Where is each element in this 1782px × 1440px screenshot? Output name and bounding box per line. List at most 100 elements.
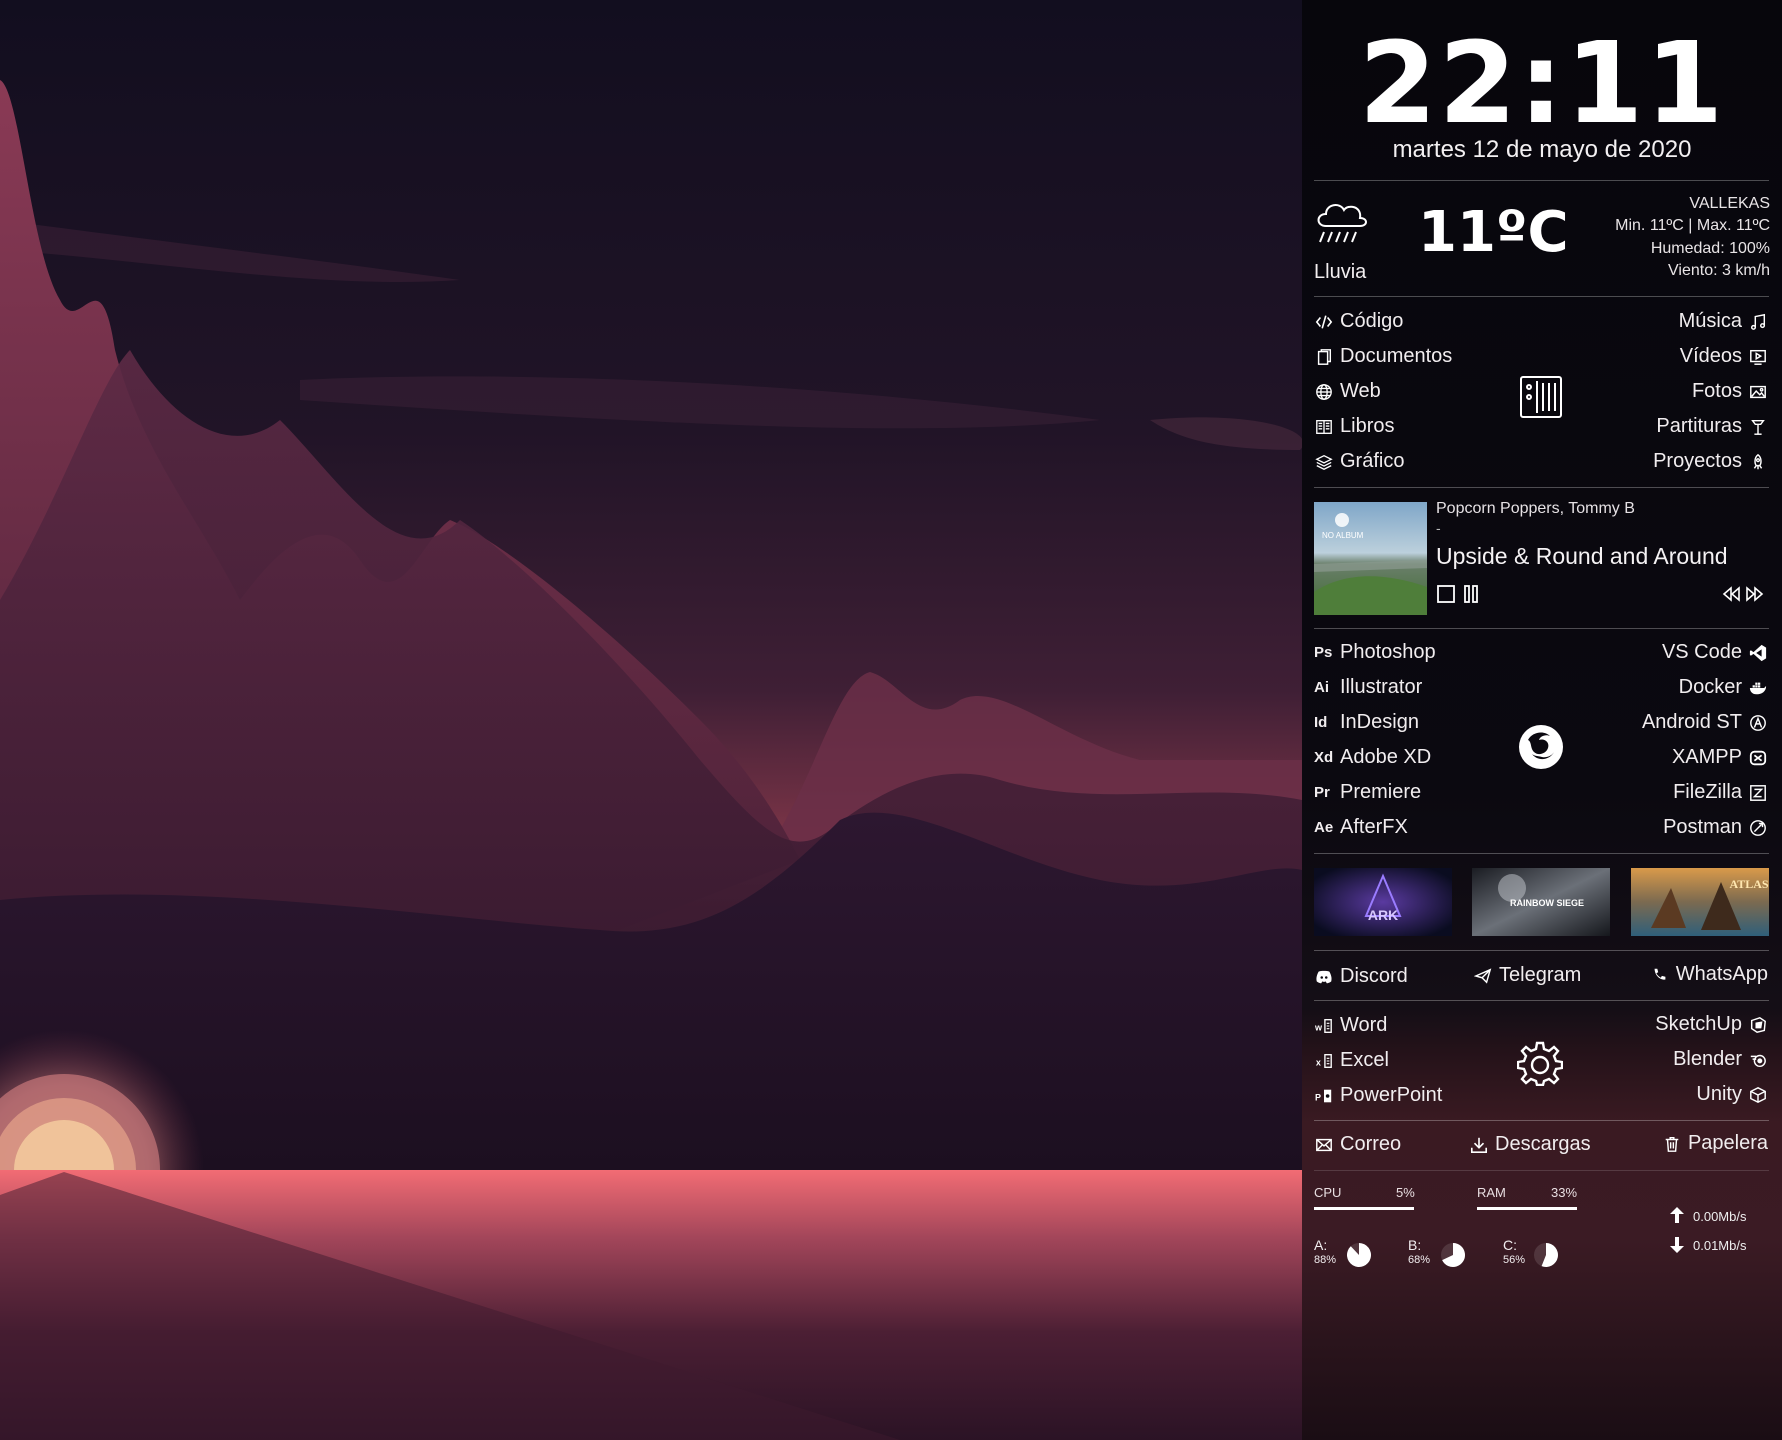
- shortcut-label: Correo: [1340, 1133, 1402, 1155]
- app-postman[interactable]: Postman: [1663, 816, 1768, 839]
- svg-text:w: w: [1315, 1022, 1323, 1032]
- shortcut-label: Música: [1678, 310, 1742, 332]
- download-arrow-icon: [1668, 1236, 1686, 1259]
- app-xampp[interactable]: XAMPP: [1672, 746, 1768, 769]
- app-telegram[interactable]: Telegram: [1473, 964, 1581, 987]
- xampp-icon: [1748, 748, 1768, 768]
- unity-icon: [1748, 1085, 1768, 1105]
- discord-icon: [1314, 967, 1334, 987]
- app-word[interactable]: w Word: [1314, 1014, 1387, 1037]
- app-adobe-xd[interactable]: Xd Adobe XD: [1314, 746, 1431, 769]
- trash-icon: [1662, 1134, 1682, 1154]
- file-cabinet-icon[interactable]: [1519, 375, 1563, 424]
- app-afterfx[interactable]: Ae AfterFX: [1314, 816, 1408, 839]
- shortcut-label: Papelera: [1687, 1132, 1768, 1154]
- game-rainbow-six-siege[interactable]: RAINBOW SIEGE: [1472, 868, 1610, 936]
- rocket-icon: [1748, 452, 1768, 472]
- app-label: VS Code: [1661, 641, 1742, 663]
- app-premiere[interactable]: Pr Premiere: [1314, 781, 1421, 804]
- disk-a-pie: [1346, 1242, 1372, 1273]
- next-track-button[interactable]: [1745, 584, 1765, 609]
- shortcut-label: Fotos: [1691, 380, 1742, 402]
- shortcut-descargas[interactable]: Descargas: [1469, 1133, 1591, 1156]
- app-whatsapp[interactable]: WhatsApp: [1650, 963, 1768, 986]
- app-excel[interactable]: x Excel: [1314, 1049, 1389, 1072]
- telegram-icon: [1473, 966, 1493, 986]
- postman-icon: [1748, 818, 1768, 838]
- cpu-label: CPU: [1314, 1185, 1342, 1200]
- pause-button[interactable]: [1462, 584, 1480, 609]
- shortcut-proyectos[interactable]: Proyectos: [1653, 450, 1768, 473]
- app-discord[interactable]: Discord: [1314, 965, 1408, 988]
- shortcut-codigo[interactable]: Código: [1314, 310, 1403, 333]
- shortcut-musica[interactable]: Música: [1679, 310, 1768, 333]
- app-label: Word: [1340, 1014, 1388, 1036]
- album-art: NO ALBUM: [1314, 502, 1427, 615]
- app-sketchup[interactable]: SketchUp: [1655, 1013, 1768, 1036]
- weather-humidity: Humedad: 100%: [1650, 240, 1770, 257]
- weather-wind: Viento: 3 km/h: [1668, 262, 1770, 279]
- music-note-icon: [1748, 312, 1768, 332]
- rain-cloud-icon: [1312, 198, 1372, 253]
- weather-temperature: 11ºC: [1418, 200, 1569, 265]
- disk-b-pie: [1440, 1242, 1466, 1273]
- album-label: NO ALBUM: [1322, 531, 1364, 540]
- app-photoshop[interactable]: Ps Photoshop: [1314, 641, 1436, 664]
- shortcut-grafico[interactable]: Gráfico: [1314, 450, 1404, 473]
- cpu-bar: [1314, 1207, 1414, 1210]
- shortcut-label: Web: [1340, 380, 1381, 402]
- app-label: PowerPoint: [1340, 1084, 1443, 1106]
- app-android-studio[interactable]: Android ST: [1642, 711, 1768, 734]
- app-label: Android ST: [1641, 711, 1742, 733]
- disk-c-value: 56%: [1503, 1254, 1526, 1266]
- shortcut-papelera[interactable]: Papelera: [1662, 1132, 1768, 1155]
- app-unity[interactable]: Unity: [1696, 1083, 1768, 1106]
- shortcut-label: Vídeos: [1679, 345, 1742, 367]
- divider: [1314, 950, 1769, 951]
- app-filezilla[interactable]: FileZilla: [1673, 781, 1768, 804]
- firefox-icon[interactable]: [1518, 724, 1564, 775]
- app-label: XAMPP: [1671, 746, 1742, 768]
- metronome-icon: [1748, 417, 1768, 437]
- disk-a-value: 88%: [1314, 1254, 1337, 1266]
- ram-bar: [1477, 1207, 1577, 1210]
- game-title-r6: RAINBOW SIEGE: [1510, 898, 1584, 908]
- excel-icon: x: [1314, 1051, 1334, 1071]
- disk-c-pie: [1533, 1242, 1559, 1273]
- shortcut-label: Descargas: [1495, 1133, 1591, 1155]
- previous-track-button[interactable]: [1721, 584, 1741, 609]
- app-docker[interactable]: Docker: [1679, 676, 1768, 699]
- app-indesign[interactable]: Id InDesign: [1314, 711, 1419, 734]
- stop-button[interactable]: [1436, 584, 1456, 609]
- shortcut-web[interactable]: Web: [1314, 380, 1381, 403]
- shortcut-videos[interactable]: Vídeos: [1680, 345, 1768, 368]
- app-vscode[interactable]: VS Code: [1662, 641, 1768, 664]
- app-label: InDesign: [1340, 711, 1419, 733]
- shortcut-fotos[interactable]: Fotos: [1692, 380, 1768, 403]
- app-blender[interactable]: Blender: [1673, 1048, 1768, 1071]
- divider: [1314, 1170, 1769, 1171]
- gear-icon[interactable]: [1516, 1040, 1564, 1091]
- weather-location: VALLEKAS: [1689, 195, 1770, 212]
- shortcut-correo[interactable]: Correo: [1314, 1133, 1401, 1156]
- game-ark[interactable]: ARK: [1314, 868, 1452, 936]
- app-powerpoint[interactable]: P PowerPoint: [1314, 1084, 1442, 1107]
- phone-icon: [1650, 965, 1670, 985]
- code-icon: [1314, 312, 1334, 332]
- shortcut-documentos[interactable]: Documentos: [1314, 345, 1452, 368]
- app-illustrator[interactable]: Ai Illustrator: [1314, 676, 1422, 699]
- game-atlas[interactable]: ATLAS: [1631, 868, 1769, 936]
- app-label: WhatsApp: [1675, 963, 1768, 985]
- divider: [1314, 296, 1769, 297]
- adobe-xd-icon: Xd: [1314, 749, 1334, 766]
- shortcut-label: Documentos: [1340, 345, 1453, 367]
- divider: [1314, 853, 1769, 854]
- now-playing-title: Upside & Round and Around: [1436, 543, 1728, 569]
- shortcut-label: Gráfico: [1340, 450, 1405, 472]
- clock-date: martes 12 de mayo de 2020: [1392, 136, 1692, 163]
- app-label: Illustrator: [1340, 676, 1423, 698]
- shortcut-libros[interactable]: Libros: [1314, 415, 1394, 438]
- app-label: Postman: [1663, 816, 1742, 838]
- svg-text:x: x: [1316, 1057, 1321, 1067]
- shortcut-partituras[interactable]: Partituras: [1656, 415, 1768, 438]
